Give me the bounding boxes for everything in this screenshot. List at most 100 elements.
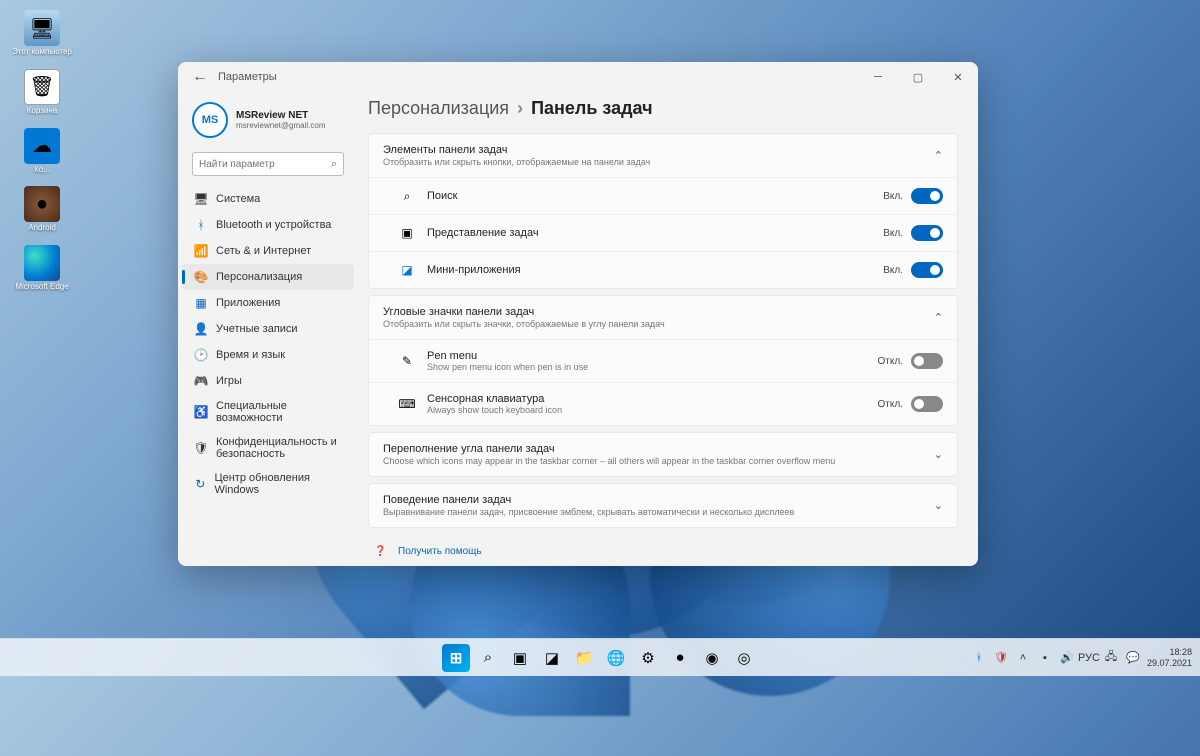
chevron-up-icon: ⌃	[934, 311, 943, 324]
section-header[interactable]: Угловые значки панели задач Отобразить и…	[369, 296, 957, 339]
row-label: Мини-приложения	[427, 264, 883, 276]
taskbar-widgets-icon[interactable]: ◪	[538, 644, 566, 672]
taskbar-app-icon[interactable]: ◎	[730, 644, 758, 672]
taskbar-explorer-icon[interactable]: 📁	[570, 644, 598, 672]
sidebar-item-apps[interactable]: ▦Приложения	[182, 290, 354, 316]
desktop-icon-edge[interactable]: Microsoft Edge	[10, 245, 74, 292]
clock-icon: 🕑	[194, 348, 208, 362]
toggle-row-widgets: ◪ Мини-приложения Вкл.	[369, 251, 957, 288]
tray-action-center-icon[interactable]: 💬	[1125, 650, 1141, 666]
toggle-touch-keyboard[interactable]	[911, 396, 943, 412]
tray-language[interactable]: РУС	[1081, 650, 1097, 666]
section-corner-icons: Угловые значки панели задач Отобразить и…	[368, 295, 958, 426]
section-title: Поведение панели задач	[383, 494, 934, 506]
toggle-task-view[interactable]	[911, 225, 943, 241]
section-corner-overflow: Переполнение угла панели задач Choose wh…	[368, 432, 958, 477]
toggle-row-search: ⌕ Поиск Вкл.	[369, 177, 957, 214]
breadcrumb-current: Панель задач	[531, 98, 653, 119]
sidebar-item-personalization[interactable]: 🎨 Персонализация	[182, 264, 354, 290]
sidebar-item-label: Центр обновления Windows	[214, 472, 342, 496]
sidebar-item-label: Специальные возможности	[216, 400, 342, 424]
network-icon: 📶	[194, 244, 208, 258]
sidebar-item-gaming[interactable]: 🎮Игры	[182, 368, 354, 394]
get-help-link[interactable]: ❓Получить помощь	[368, 542, 958, 561]
taskbar-settings-icon[interactable]: ⚙	[634, 644, 662, 672]
accounts-icon: 👤	[194, 322, 208, 336]
tray-security-icon[interactable]: 🛡	[993, 650, 1009, 666]
back-button[interactable]: ←	[188, 65, 212, 89]
section-subtitle: Choose which icons may appear in the tas…	[383, 456, 934, 466]
toggle-row-touch-keyboard: ⌨ Сенсорная клавиатура Always show touch…	[369, 382, 957, 425]
taskbar-app-icon[interactable]: ●	[666, 644, 694, 672]
taskbar-app-icon[interactable]: ◉	[698, 644, 726, 672]
keyboard-icon: ⌨	[399, 396, 415, 412]
sidebar-item-network[interactable]: 📶 Сеть & и Интернет	[182, 238, 354, 264]
toggle-pen-menu[interactable]	[911, 353, 943, 369]
desktop-icon-this-pc[interactable]: 🖥Этот компьютер	[10, 10, 74, 57]
toggle-widgets[interactable]	[911, 262, 943, 278]
chevron-up-icon: ⌃	[934, 149, 943, 162]
desktop-icon-label: Microsoft Edge	[15, 283, 68, 292]
sidebar-item-label: Персонализация	[216, 271, 302, 283]
sidebar-item-label: Сеть & и Интернет	[216, 245, 311, 257]
profile[interactable]: MS MSReview NET msreviewnet@gmail.com	[182, 98, 354, 150]
taskbar-edge-icon[interactable]: 🌐	[602, 644, 630, 672]
tray-volume-icon[interactable]: 🔊	[1059, 650, 1075, 666]
sidebar-item-system[interactable]: 🖥Система	[182, 186, 354, 212]
breadcrumb-parent[interactable]: Персонализация	[368, 98, 509, 119]
sidebar-item-accessibility[interactable]: ♿ Специальные возможности	[182, 394, 354, 430]
desktop-icon-android[interactable]: ●Android	[10, 186, 74, 233]
help-links: ❓Получить помощь ✉Отправить отзыв	[368, 542, 958, 566]
sidebar-item-accounts[interactable]: 👤Учетные записи	[182, 316, 354, 342]
tray-bluetooth-icon[interactable]: ᚼ	[971, 650, 987, 666]
toggle-state: Вкл.	[883, 265, 903, 276]
section-title: Угловые значки панели задач	[383, 306, 934, 318]
close-button[interactable]: ✕	[938, 63, 978, 91]
profile-email: msreviewnet@gmail.com	[236, 121, 325, 130]
tray-nvidia-icon[interactable]: ▪	[1037, 650, 1053, 666]
tray-time: 18:28	[1147, 647, 1192, 657]
main-content: Персонализация › Панель задач Элементы п…	[358, 92, 978, 566]
row-desc: Show pen menu icon when pen is in use	[427, 362, 878, 372]
section-header[interactable]: Поведение панели задач Выравнивание пане…	[369, 484, 957, 527]
search-box[interactable]: ⌕	[192, 152, 344, 176]
desktop-icon-recycle-bin[interactable]: 🗑Корзина	[10, 69, 74, 116]
sidebar-item-bluetooth[interactable]: ᚼBluetooth и устройства	[182, 212, 354, 238]
system-tray: ᚼ 🛡 ˄ ▪ 🔊 РУС 🖧 💬 18:28 29.07.2021	[971, 647, 1192, 668]
toggle-state: Вкл.	[883, 228, 903, 239]
minimize-button[interactable]: ─	[858, 63, 898, 91]
tray-date: 29.07.2021	[1147, 658, 1192, 668]
sidebar-item-windows-update[interactable]: ↻Центр обновления Windows	[182, 466, 354, 502]
tray-overflow-icon[interactable]: ˄	[1015, 650, 1031, 666]
row-label: Представление задач	[427, 227, 883, 239]
personalization-icon: 🎨	[194, 270, 208, 284]
accessibility-icon: ♿	[194, 405, 208, 419]
sidebar-item-label: Конфиденциальность и безопасность	[216, 436, 342, 460]
link-label: Получить помощь	[398, 546, 482, 557]
tray-network-icon[interactable]: 🖧	[1103, 650, 1119, 666]
search-input[interactable]	[199, 159, 331, 170]
feedback-link[interactable]: ✉Отправить отзыв	[368, 561, 958, 566]
sidebar-item-privacy[interactable]: 🛡 Конфиденциальность и безопасность	[182, 430, 354, 466]
section-header[interactable]: Переполнение угла панели задач Choose wh…	[369, 433, 957, 476]
taskbar-search-icon[interactable]: ⌕	[474, 644, 502, 672]
settings-window: ← Параметры ─ ▢ ✕ MS MSReview NET msrevi…	[178, 62, 978, 566]
start-button[interactable]: ⊞	[442, 644, 470, 672]
section-subtitle: Отобразить или скрыть значки, отображаем…	[383, 319, 934, 329]
maximize-button[interactable]: ▢	[898, 63, 938, 91]
shield-icon: 🛡	[194, 441, 208, 455]
task-view-icon: ▣	[399, 225, 415, 241]
sidebar-item-label: Игры	[216, 375, 242, 387]
link-label: Отправить отзыв	[398, 565, 477, 566]
section-taskbar-behavior: Поведение панели задач Выравнивание пане…	[368, 483, 958, 528]
sidebar-item-label: Приложения	[216, 297, 280, 309]
bluetooth-icon: ᚼ	[194, 218, 208, 232]
taskbar-task-view-icon[interactable]: ▣	[506, 644, 534, 672]
tray-clock[interactable]: 18:28 29.07.2021	[1147, 647, 1192, 668]
avatar: MS	[192, 102, 228, 138]
toggle-search[interactable]	[911, 188, 943, 204]
sidebar-item-label: Время и язык	[216, 349, 285, 361]
section-header[interactable]: Элементы панели задач Отобразить или скр…	[369, 134, 957, 177]
desktop-icon-onedrive[interactable]: ☁Ко...	[10, 128, 74, 175]
sidebar-item-time-language[interactable]: 🕑 Время и язык	[182, 342, 354, 368]
